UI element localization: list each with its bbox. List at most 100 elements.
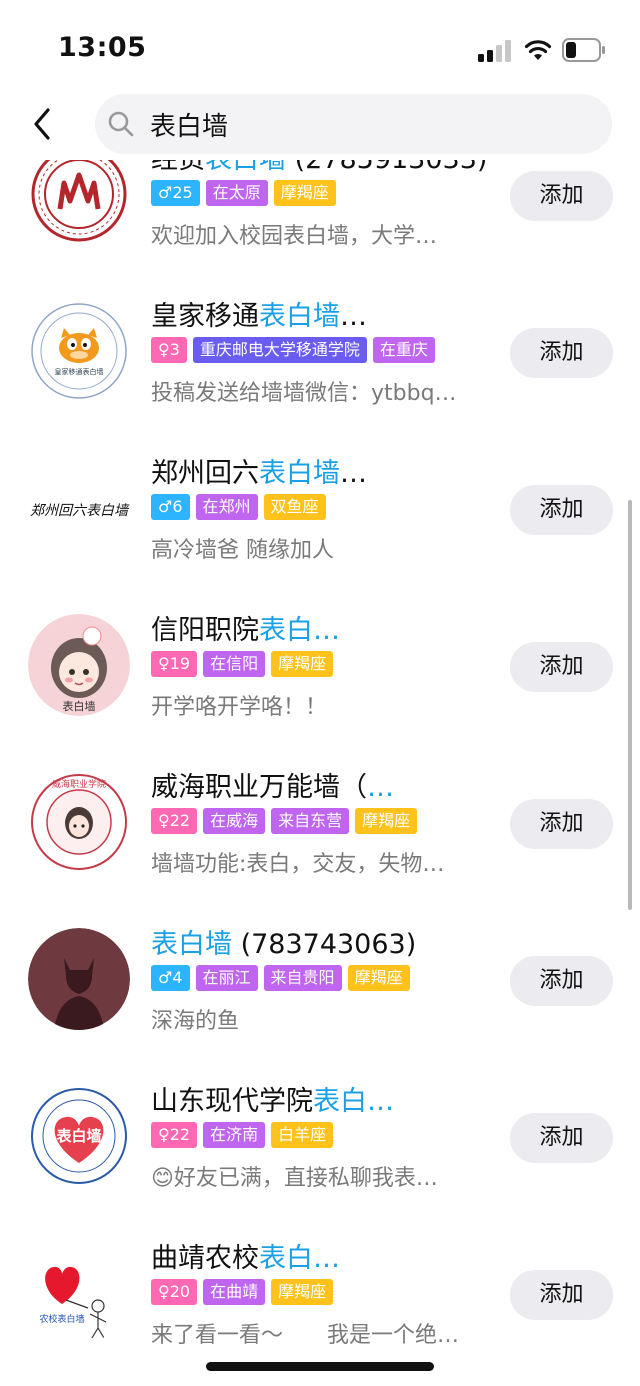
- add-button[interactable]: 添加: [510, 485, 613, 535]
- tag-row: ♂25 在太原 摩羯座: [151, 180, 336, 206]
- item-description: 开学咯开学咯！！: [151, 695, 328, 720]
- avatar[interactable]: 农校表白墙: [28, 1242, 130, 1344]
- list-item[interactable]: 表白墙 (783743063) ♂4 在丽江 来自贵阳 摩羯座 深海的鱼 添加: [0, 902, 640, 1059]
- item-description: 投稿发送给墙墙微信：ytbbq…: [151, 381, 457, 406]
- item-title: 曲靖农校表白…: [151, 1236, 340, 1275]
- add-button[interactable]: 添加: [510, 799, 613, 849]
- item-description: 来了看一看～ 我是一个绝…: [151, 1323, 460, 1348]
- item-description: 墙墙功能:表白，交友，失物…: [151, 852, 445, 877]
- list-item[interactable]: 郑州回六表白墙 郑州回六表白墙… ♂6 在郑州 双鱼座 高冷墙爸 随缘加人 添加: [0, 431, 640, 588]
- location-tag: 来自贵阳: [263, 965, 342, 991]
- zodiac-tag: 双鱼座: [263, 494, 326, 520]
- title-text: 郑州回六: [151, 458, 259, 489]
- tag-row: ♀22 在济南 白羊座: [151, 1122, 334, 1148]
- item-title: 信阳职院表白…: [151, 608, 340, 647]
- avatar[interactable]: 郑州回六表白墙: [28, 457, 130, 559]
- add-button[interactable]: 添加: [510, 171, 613, 221]
- svg-text:郑州回六表白墙: 郑州回六表白墙: [30, 503, 130, 519]
- location-tag: 在丽江: [195, 965, 258, 991]
- battery-icon: [562, 38, 605, 62]
- add-button[interactable]: 添加: [510, 328, 613, 378]
- title-suffix: …: [340, 301, 367, 332]
- item-description: 欢迎加入校园表白墙，大学…: [151, 224, 438, 249]
- item-title: 郑州回六表白墙…: [151, 451, 367, 490]
- title-highlight: 表白墙: [151, 929, 232, 960]
- tag-row: ♀3 重庆邮电大学移通学院 在重庆: [151, 337, 435, 363]
- search-icon: [108, 111, 134, 137]
- gender-age-tag: ♂6: [151, 494, 190, 520]
- list-item[interactable]: 皇家移通表白墙 皇家移通表白墙… ♀3 重庆邮电大学移通学院 在重庆 投稿发送给墙墙微信：…: [0, 274, 640, 431]
- list-item[interactable]: 农校表白墙 曲靖农校表白… ♀20 在曲靖 摩羯座来了看一看～ 我是一个绝… 添加: [0, 1216, 640, 1373]
- title-text: 经贸: [151, 160, 205, 175]
- list-item[interactable]: 表白墙 信阳职院表白… ♀19 在信阳 摩羯座 开学咯开学咯！！ 添加: [0, 588, 640, 745]
- location-tag: 在威海: [203, 808, 266, 834]
- location-tag: 在郑州: [195, 494, 258, 520]
- scrollbar[interactable]: [628, 500, 632, 910]
- svg-text:表白墙: 表白墙: [63, 699, 96, 713]
- item-title: 威海职业万能墙（…: [151, 765, 394, 804]
- add-button[interactable]: 添加: [510, 1113, 613, 1163]
- zodiac-tag: 摩羯座: [271, 651, 334, 677]
- title-highlight: 表白…: [313, 1086, 394, 1117]
- zodiac-tag: 摩羯座: [273, 180, 336, 206]
- item-description: 高冷墙爸 随缘加人: [151, 538, 334, 563]
- avatar[interactable]: 表白墙: [28, 614, 130, 716]
- result-list[interactable]: 经贸表白墙 (2785913033)♂25在太原摩羯座欢迎加入校园表白墙，大学……: [0, 160, 640, 1386]
- add-button[interactable]: 添加: [510, 956, 613, 1006]
- item-title: 表白墙 (783743063): [151, 922, 416, 961]
- title-text: 信阳职院: [151, 615, 259, 646]
- gender-age-tag: ♀22: [151, 808, 198, 834]
- tag-row: ♂6 在郑州 双鱼座: [151, 494, 326, 520]
- school-tag: 重庆邮电大学移通学院: [192, 337, 367, 363]
- add-button[interactable]: 添加: [510, 642, 613, 692]
- item-description: 深海的鱼: [151, 1009, 240, 1034]
- location-tag: 在重庆: [372, 337, 435, 363]
- title-text: 皇家移通: [151, 301, 259, 332]
- tag-row: ♀20 在曲靖 摩羯座: [151, 1279, 334, 1305]
- title-text: 山东现代学院: [151, 1086, 313, 1117]
- list-item[interactable]: 威海职业学院 威海职业万能墙（… ♀22 在威海 来自东营 摩羯座墙墙功能:表白，交友，失…: [0, 745, 640, 902]
- title-suffix: …: [340, 458, 367, 489]
- tag-row: ♂4 在丽江 来自贵阳 摩羯座: [151, 965, 410, 991]
- tag-row: ♀22 在威海 来自东营 摩羯座: [151, 808, 418, 834]
- svg-text:农校表白墙: 农校表白墙: [39, 1313, 84, 1325]
- location-tag: 在曲靖: [203, 1279, 266, 1305]
- cellular-signal-icon: [478, 40, 511, 62]
- home-indicator[interactable]: [206, 1362, 434, 1371]
- list-item[interactable]: 表白墙 山东现代学院表白… ♀22 在济南 白羊座 😊好友已满，直接私聊我表… 添加: [0, 1059, 640, 1216]
- item-title: 皇家移通表白墙…: [151, 294, 367, 333]
- status-bar: 13:05: [0, 0, 640, 96]
- zodiac-tag: 白羊座: [271, 1122, 334, 1148]
- gender-age-tag: ♀19: [151, 651, 198, 677]
- zodiac-tag: 摩羯座: [271, 1279, 334, 1305]
- svg-text:威海职业学院: 威海职业学院: [52, 778, 106, 790]
- avatar[interactable]: [28, 160, 130, 245]
- item-title: 山东现代学院表白…: [151, 1079, 394, 1118]
- title-highlight: 表白墙: [259, 458, 340, 489]
- list-item[interactable]: 经贸表白墙 (2785913033) ♂25在太原摩羯座欢迎加入校园表白墙，大学……: [0, 160, 640, 274]
- avatar[interactable]: 皇家移通表白墙: [28, 300, 130, 402]
- title-text: 威海职业万能墙（: [151, 772, 367, 803]
- search-input[interactable]: 表白墙: [95, 94, 612, 154]
- gender-age-tag: ♀20: [151, 1279, 198, 1305]
- avatar[interactable]: 威海职业学院: [28, 771, 130, 873]
- svg-text:表白墙: 表白墙: [56, 1127, 101, 1145]
- search-header: 表白墙: [0, 90, 640, 160]
- title-highlight: 表白墙: [205, 160, 286, 175]
- title-suffix: (2785913033): [286, 160, 488, 175]
- add-button[interactable]: 添加: [510, 1270, 613, 1320]
- title-highlight: 表白…: [259, 1243, 340, 1274]
- avatar[interactable]: [28, 928, 130, 1030]
- title-suffix: (783743063): [232, 929, 417, 960]
- location-tag: 在济南: [203, 1122, 266, 1148]
- gender-age-tag: ♀3: [151, 337, 187, 363]
- title-highlight: 表白…: [259, 615, 340, 646]
- svg-text:皇家移通表白墙: 皇家移通表白墙: [55, 367, 104, 376]
- zodiac-tag: 摩羯座: [355, 808, 418, 834]
- title-highlight: 表白墙: [259, 301, 340, 332]
- item-title: 经贸表白墙 (2785913033): [151, 160, 487, 176]
- back-arrow-icon[interactable]: [28, 104, 58, 144]
- gender-age-tag: ♀22: [151, 1122, 198, 1148]
- title-text: 曲靖农校: [151, 1243, 259, 1274]
- avatar[interactable]: 表白墙: [28, 1085, 130, 1187]
